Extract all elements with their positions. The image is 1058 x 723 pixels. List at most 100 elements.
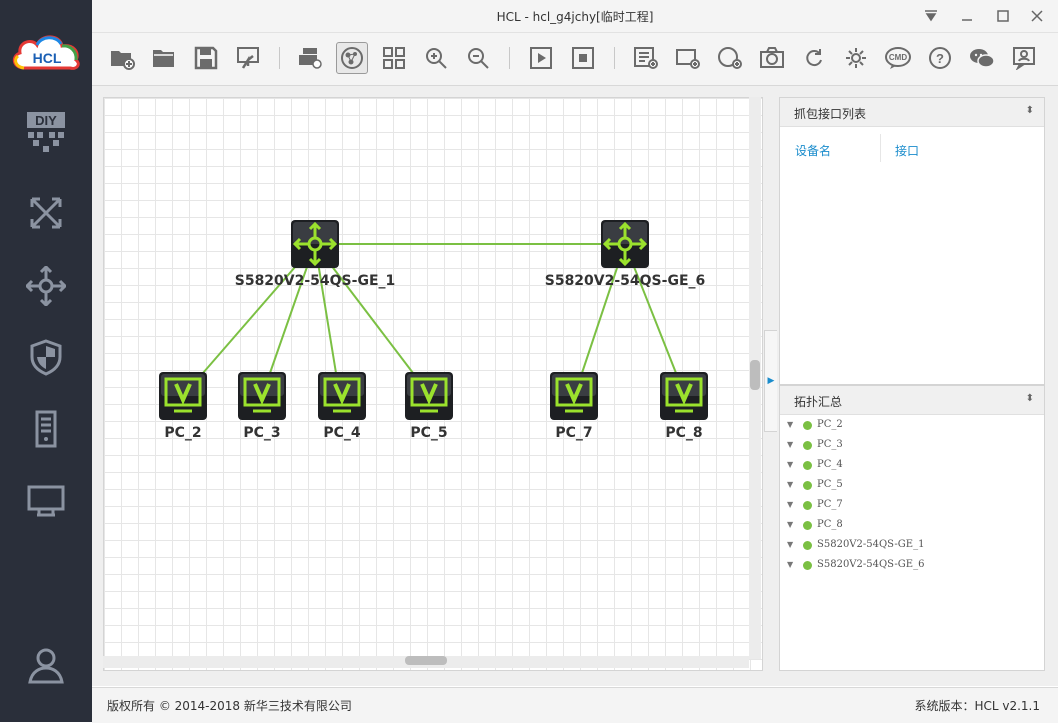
hcl-logo: HCL (10, 30, 84, 74)
status-dot-icon (803, 441, 812, 450)
topology-tree-item[interactable]: ▼ PC_7 (780, 496, 1044, 516)
cmd-icon[interactable]: CMD (882, 42, 914, 74)
close-icon[interactable] (1026, 6, 1048, 26)
tree-item-label: PC_4 (817, 459, 843, 470)
svg-text:CMD: CMD (889, 53, 907, 62)
wechat-icon[interactable] (966, 42, 998, 74)
device-label: S5820V2-54QS-GE_6 (544, 273, 706, 289)
server-icon[interactable] (16, 400, 76, 458)
status-dot-icon (803, 521, 812, 530)
device-template-icon[interactable] (294, 42, 326, 74)
device-label: PC_2 (164, 425, 202, 441)
svg-text:?: ? (936, 51, 944, 66)
panel-header: 抓包接口列表 ⬍ (780, 98, 1044, 127)
start-all-icon[interactable] (525, 42, 557, 74)
expand-arrow-icon[interactable]: ▼ (787, 440, 793, 449)
topology-tree-item[interactable]: ▼ PC_5 (780, 476, 1044, 496)
pc-device-4[interactable] (317, 371, 367, 421)
device-label: PC_8 (665, 425, 703, 441)
switch-device-6[interactable] (600, 219, 650, 269)
export-icon[interactable] (232, 42, 264, 74)
topology-summary-panel: 拓扑汇总 ⬍ ▼ PC_2 ▼ PC_3 ▼ PC_4 ▼ PC_5 ▼ PC_7 ▼ PC_8 ▼ S5… (779, 385, 1045, 671)
new-project-icon[interactable] (106, 42, 138, 74)
expand-arrow-icon[interactable]: ▼ (787, 500, 793, 509)
pc-device-7[interactable] (549, 371, 599, 421)
expand-arrow-icon[interactable]: ▼ (787, 420, 793, 429)
horizontal-scroll-thumb[interactable] (405, 656, 447, 665)
topology-tree-item[interactable]: ▼ PC_4 (780, 456, 1044, 476)
tree-item-label: PC_3 (817, 439, 843, 450)
expand-arrow-icon[interactable]: ▼ (787, 540, 793, 549)
refresh-icon[interactable] (798, 42, 830, 74)
topology-tree-item[interactable]: ▼ S5820V2-54QS-GE_6 (780, 556, 1044, 576)
collapse-arrows-icon[interactable]: ⬍ (1026, 393, 1034, 404)
device-label: PC_4 (323, 425, 361, 441)
pc-device-2[interactable] (158, 371, 208, 421)
zoom-out-icon[interactable] (462, 42, 494, 74)
pc-device-3[interactable] (237, 371, 287, 421)
tree-item-label: PC_2 (817, 419, 843, 430)
diy-icon[interactable]: DIY (16, 103, 76, 161)
status-dot-icon (803, 461, 812, 470)
device-label: PC_3 (243, 425, 281, 441)
firewall-icon[interactable] (16, 328, 76, 386)
panel-title: 拓扑汇总 (794, 395, 843, 409)
expand-arrow-icon[interactable]: ▼ (787, 480, 793, 489)
status-dot-icon (803, 561, 812, 570)
svg-text:HCL: HCL (33, 50, 62, 66)
status-dot-icon (803, 541, 812, 550)
pc-device-8[interactable] (659, 371, 709, 421)
topology-canvas[interactable]: S5820V2-54QS-GE_1 S5820V2-54QS-GE_6 PC_2… (103, 97, 763, 671)
terminal-icon[interactable] (16, 472, 76, 530)
panel-header: 拓扑汇总 ⬍ (780, 386, 1044, 415)
device-label: PC_5 (410, 425, 448, 441)
zoom-in-icon[interactable] (420, 42, 452, 74)
topology-tree-item[interactable]: ▼ PC_8 (780, 516, 1044, 536)
capture-interface-panel: 抓包接口列表 ⬍ 设备名 接口 (779, 97, 1045, 385)
switch-device-1[interactable] (290, 219, 340, 269)
user-icon[interactable] (16, 636, 76, 694)
panel-title: 抓包接口列表 (794, 107, 867, 121)
router-icon[interactable] (16, 257, 76, 315)
copyright-text: 版权所有 © 2014-2018 新华三技术有限公司 (107, 699, 352, 713)
panel-collapse-toggle[interactable]: ▶ (764, 330, 777, 432)
status-dot-icon (803, 421, 812, 430)
status-dot-icon (803, 481, 812, 490)
column-header-interface[interactable]: 接口 (895, 142, 919, 159)
camera-icon[interactable] (756, 42, 788, 74)
maximize-icon[interactable] (992, 6, 1014, 26)
tree-item-label: S5820V2-54QS-GE_1 (817, 539, 925, 550)
stop-all-icon[interactable] (567, 42, 599, 74)
toolbar-separator (614, 47, 615, 69)
minimize-icon[interactable] (956, 6, 978, 26)
window-title: HCL - hcl_g4jchy[临时工程] (496, 10, 654, 24)
topology-tree-item[interactable]: ▼ PC_3 (780, 436, 1044, 456)
toolbar-separator (279, 47, 280, 69)
column-separator (880, 134, 881, 162)
expand-arrow-icon[interactable]: ▼ (787, 520, 793, 529)
switch-icon[interactable] (16, 184, 76, 242)
svg-text:DIY: DIY (35, 113, 57, 128)
grid-view-icon[interactable] (378, 42, 410, 74)
feedback-icon[interactable] (1008, 42, 1040, 74)
topology-view-icon[interactable] (336, 42, 368, 74)
add-rectangle-icon[interactable] (672, 42, 704, 74)
dropdown-icon[interactable] (920, 6, 942, 26)
settings-gear-icon[interactable] (840, 42, 872, 74)
topology-tree-item[interactable]: ▼ S5820V2-54QS-GE_1 (780, 536, 1044, 556)
collapse-arrows-icon[interactable]: ⬍ (1026, 105, 1034, 116)
save-icon[interactable] (190, 42, 222, 74)
pc-device-5[interactable] (404, 371, 454, 421)
help-icon[interactable]: ? (924, 42, 956, 74)
chevron-right-icon: ▶ (767, 376, 775, 386)
expand-arrow-icon[interactable]: ▼ (787, 460, 793, 469)
expand-arrow-icon[interactable]: ▼ (787, 560, 793, 569)
column-header-device[interactable]: 设备名 (795, 142, 831, 159)
status-dot-icon (803, 501, 812, 510)
open-project-icon[interactable] (148, 42, 180, 74)
topology-tree-item[interactable]: ▼ PC_2 (780, 416, 1044, 436)
add-list-icon[interactable] (630, 42, 662, 74)
tree-item-label: PC_5 (817, 479, 843, 490)
add-ellipse-icon[interactable] (714, 42, 746, 74)
vertical-scroll-thumb[interactable] (750, 360, 760, 390)
